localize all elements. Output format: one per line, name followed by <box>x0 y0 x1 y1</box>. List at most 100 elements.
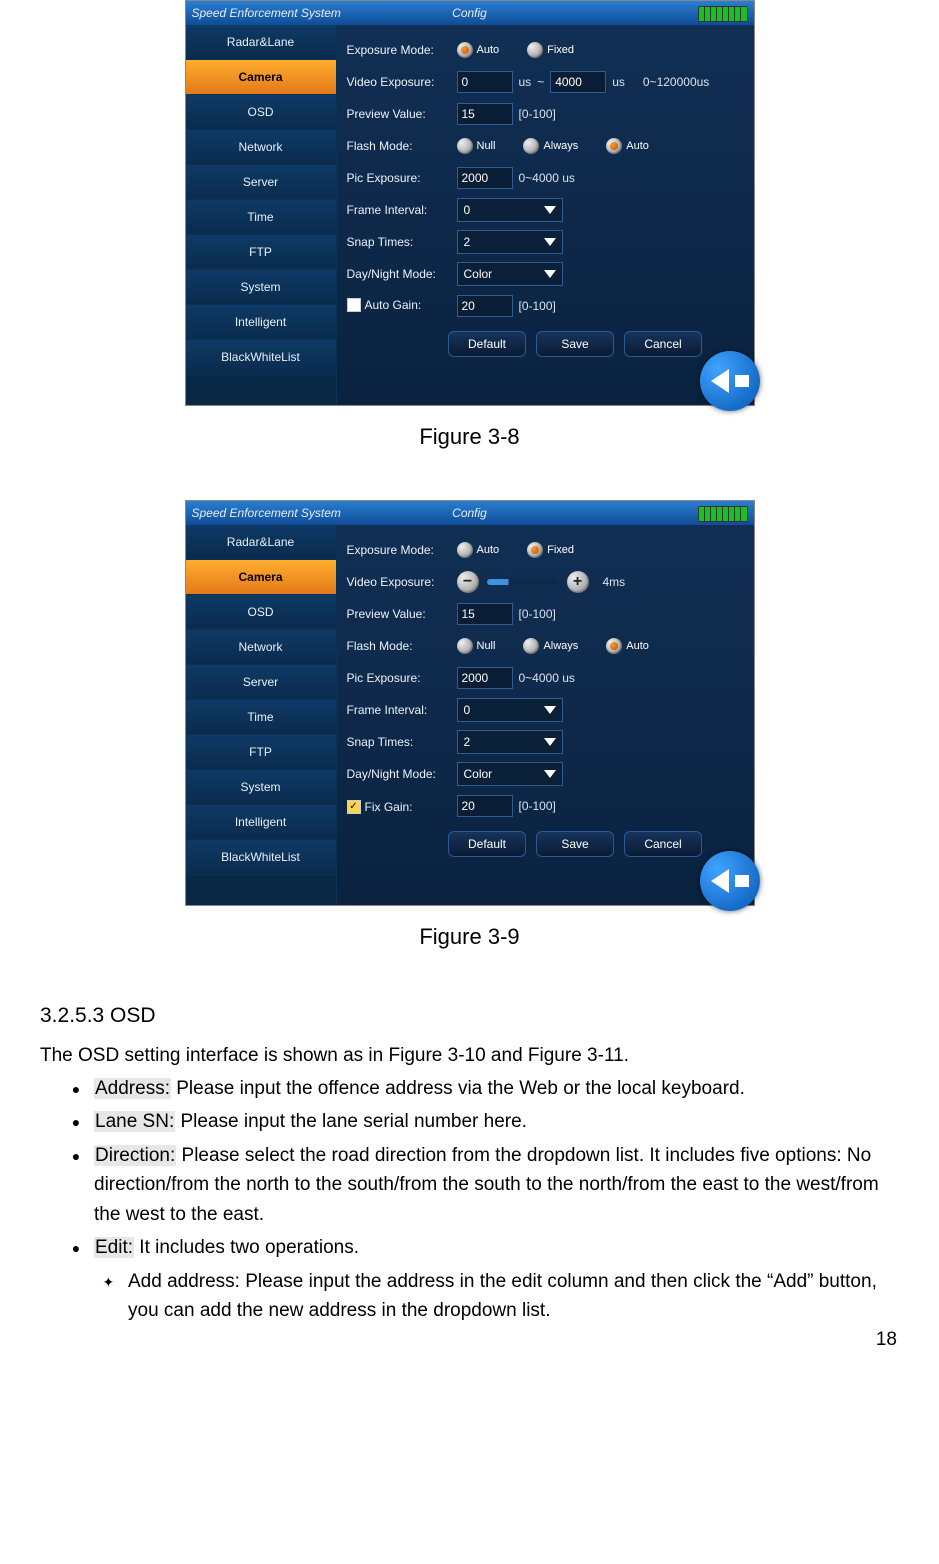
preview-value-input[interactable]: 15 <box>457 603 513 625</box>
snap-times-select[interactable]: 2 <box>457 230 563 254</box>
sidebar-item-osd[interactable]: OSD <box>186 595 336 630</box>
auto-gain-checkbox[interactable]: Auto Gain: <box>347 298 422 312</box>
sidebar-item-time[interactable]: Time <box>186 200 336 235</box>
flash-mode-label: Flash Mode: <box>347 639 457 653</box>
pic-exposure-label: Pic Exposure: <box>347 171 457 185</box>
figure-3-8-caption: Figure 3-8 <box>0 424 939 450</box>
chevron-down-icon <box>544 238 556 246</box>
daynight-select[interactable]: Color <box>457 262 563 286</box>
sidebar-item-intelligent[interactable]: Intelligent <box>186 805 336 840</box>
window-titlebar: Speed Enforcement System Config <box>186 1 754 25</box>
flash-auto-radio[interactable]: Auto <box>606 638 649 654</box>
content-panel: Exposure Mode: Auto Fixed Video Exposure… <box>337 25 754 405</box>
arrow-left-icon <box>711 869 729 893</box>
sidebar-item-radarlane[interactable]: Radar&Lane <box>186 25 336 60</box>
snap-times-select[interactable]: 2 <box>457 730 563 754</box>
sidebar-item-system[interactable]: System <box>186 770 336 805</box>
flash-always-radio[interactable]: Always <box>523 138 578 154</box>
document-body: 3.2.5.3 OSD The OSD setting interface is… <box>0 1000 939 1325</box>
sidebar-item-ftp[interactable]: FTP <box>186 735 336 770</box>
auto-gain-label: Auto Gain: <box>347 298 457 315</box>
bullet-direction: Direction: Please select the road direct… <box>88 1141 899 1229</box>
sidebar-item-radarlane[interactable]: Radar&Lane <box>186 525 336 560</box>
preview-value-label: Preview Value: <box>347 107 457 121</box>
exposure-mode-fixed-radio[interactable]: Fixed <box>527 542 574 558</box>
back-button[interactable] <box>700 851 760 911</box>
section-intro: The OSD setting interface is shown as in… <box>40 1041 899 1070</box>
fix-gain-checkbox[interactable]: Fix Gain: <box>347 800 413 814</box>
exposure-minus-button[interactable]: − <box>457 571 479 593</box>
sidebar-item-ftp[interactable]: FTP <box>186 235 336 270</box>
sidebar-item-network[interactable]: Network <box>186 630 336 665</box>
video-exposure-max-input[interactable]: 4000 <box>550 71 606 93</box>
sidebar-item-time[interactable]: Time <box>186 700 336 735</box>
save-button[interactable]: Save <box>536 331 614 357</box>
figure-3-8-window: Speed Enforcement System Config Radar&La… <box>185 0 755 406</box>
sidebar-item-intelligent[interactable]: Intelligent <box>186 305 336 340</box>
bullet-lanesn: Lane SN: Please input the lane serial nu… <box>88 1107 899 1136</box>
default-button[interactable]: Default <box>448 331 526 357</box>
exposure-plus-button[interactable]: + <box>567 571 589 593</box>
sidebar-item-system[interactable]: System <box>186 270 336 305</box>
video-exposure-label: Video Exposure: <box>347 575 457 589</box>
sidebar-item-blackwhitelist[interactable]: BlackWhiteList <box>186 840 336 875</box>
cancel-button[interactable]: Cancel <box>624 331 702 357</box>
video-exposure-min-input[interactable]: 0 <box>457 71 513 93</box>
daynight-label: Day/Night Mode: <box>347 267 457 281</box>
cancel-button[interactable]: Cancel <box>624 831 702 857</box>
sidebar-item-server[interactable]: Server <box>186 165 336 200</box>
daynight-label: Day/Night Mode: <box>347 767 457 781</box>
frame-interval-select[interactable]: 0 <box>457 698 563 722</box>
bullet-edit: Edit: It includes two operations. Add ad… <box>88 1233 899 1325</box>
title-left: Speed Enforcement System <box>186 506 341 520</box>
chevron-down-icon <box>544 770 556 778</box>
flash-null-radio[interactable]: Null <box>457 138 496 154</box>
snap-times-label: Snap Times: <box>347 735 457 749</box>
frame-interval-label: Frame Interval: <box>347 203 457 217</box>
fix-gain-input[interactable]: 20 <box>457 795 513 817</box>
chevron-down-icon <box>544 738 556 746</box>
auto-gain-input[interactable]: 20 <box>457 295 513 317</box>
sidebar-item-server[interactable]: Server <box>186 665 336 700</box>
pic-exposure-input[interactable]: 2000 <box>457 667 513 689</box>
title-left: Speed Enforcement System <box>186 6 341 20</box>
flash-auto-radio[interactable]: Auto <box>606 138 649 154</box>
bullet-address: Address: Please input the offence addres… <box>88 1074 899 1103</box>
flash-mode-label: Flash Mode: <box>347 139 457 153</box>
exposure-slider[interactable] <box>487 579 559 585</box>
figure-3-9-window: Speed Enforcement System Config Radar&La… <box>185 500 755 906</box>
flash-always-radio[interactable]: Always <box>523 638 578 654</box>
sidebar-item-network[interactable]: Network <box>186 130 336 165</box>
sidebar-item-camera[interactable]: Camera <box>186 560 336 595</box>
chevron-down-icon <box>544 706 556 714</box>
subbullet-add-address: Add address: Please input the address in… <box>122 1267 899 1326</box>
frame-interval-select[interactable]: 0 <box>457 198 563 222</box>
figure-3-9-caption: Figure 3-9 <box>0 924 939 950</box>
pic-exposure-input[interactable]: 2000 <box>457 167 513 189</box>
back-button[interactable] <box>700 351 760 411</box>
sidebar-item-blackwhitelist[interactable]: BlackWhiteList <box>186 340 336 375</box>
default-button[interactable]: Default <box>448 831 526 857</box>
exposure-mode-label: Exposure Mode: <box>347 43 457 57</box>
pic-exposure-label: Pic Exposure: <box>347 671 457 685</box>
preview-value-label: Preview Value: <box>347 607 457 621</box>
exposure-value: 4ms <box>603 575 626 589</box>
preview-value-input[interactable]: 15 <box>457 103 513 125</box>
save-button[interactable]: Save <box>536 831 614 857</box>
frame-interval-label: Frame Interval: <box>347 703 457 717</box>
window-titlebar: Speed Enforcement System Config <box>186 501 754 525</box>
arrow-left-icon <box>711 369 729 393</box>
battery-icon <box>698 506 748 522</box>
exposure-mode-auto-radio[interactable]: Auto <box>457 42 500 58</box>
flash-null-radio[interactable]: Null <box>457 638 496 654</box>
fix-gain-label: Fix Gain: <box>347 798 457 814</box>
sidebar-item-osd[interactable]: OSD <box>186 95 336 130</box>
exposure-mode-auto-radio[interactable]: Auto <box>457 542 500 558</box>
sidebar: Radar&Lane Camera OSD Network Server Tim… <box>186 25 337 405</box>
daynight-select[interactable]: Color <box>457 762 563 786</box>
section-heading: 3.2.5.3 OSD <box>40 1000 899 1033</box>
content-panel: Exposure Mode: Auto Fixed Video Exposure… <box>337 525 754 905</box>
exposure-mode-fixed-radio[interactable]: Fixed <box>527 42 574 58</box>
sidebar-item-camera[interactable]: Camera <box>186 60 336 95</box>
chevron-down-icon <box>544 270 556 278</box>
